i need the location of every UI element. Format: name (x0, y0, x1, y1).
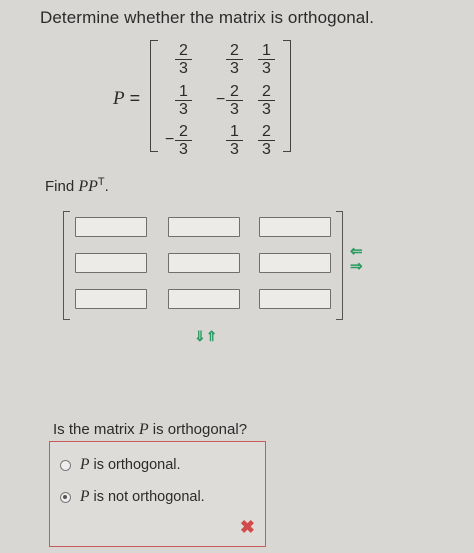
answer-input-r1c1[interactable] (75, 217, 147, 237)
matrix-entry: 23 (226, 42, 243, 77)
incorrect-x-icon: ✖ (239, 517, 255, 537)
matrix-entry: 13 (258, 42, 275, 77)
row-resize-arrows-icon[interactable]: ⇐⇒ (350, 244, 364, 274)
answer-input-r2c3[interactable] (259, 253, 331, 273)
matrix-label: P = (113, 88, 141, 109)
answer-options-box: Pis orthogonal. Pis not orthogonal. ✖ (49, 441, 266, 547)
matrix-entry: 23 (258, 123, 275, 158)
find-ppt-text: Find PPT. (45, 176, 109, 195)
matrix-right-bracket (283, 40, 291, 152)
matrix-left-bracket (150, 40, 158, 152)
column-resize-arrows-icon[interactable]: ⇓⇑ (194, 328, 217, 345)
radio-button[interactable] (60, 459, 71, 471)
answer-input-r2c2[interactable] (168, 253, 240, 273)
question-text: Determine whether the matrix is orthogon… (40, 8, 375, 27)
matrix-entry: − 23 (216, 83, 243, 118)
answer-matrix-right-bracket (336, 211, 343, 320)
answer-input-r2c1[interactable] (75, 253, 147, 273)
answer-input-r1c3[interactable] (259, 217, 331, 237)
answer-matrix-left-bracket (63, 211, 70, 320)
answer-input-r3c2[interactable] (168, 289, 240, 309)
matrix-entry: 23 (175, 42, 192, 77)
orthogonal-question-text: Is the matrix P is orthogonal? (53, 421, 248, 438)
answer-input-r3c3[interactable] (259, 289, 331, 309)
answer-input-r3c1[interactable] (75, 289, 147, 309)
radio-button-selected[interactable] (60, 491, 71, 503)
matrix-entry: 13 (175, 83, 192, 118)
matrix-entry: 23 (258, 83, 275, 118)
matrix-entry: − 23 (165, 123, 192, 158)
matrix-entry: 13 (226, 123, 243, 158)
option-is-not-orthogonal[interactable]: Pis not orthogonal. (60, 488, 205, 506)
answer-input-r1c2[interactable] (168, 217, 240, 237)
option-is-orthogonal[interactable]: Pis orthogonal. (60, 456, 181, 474)
